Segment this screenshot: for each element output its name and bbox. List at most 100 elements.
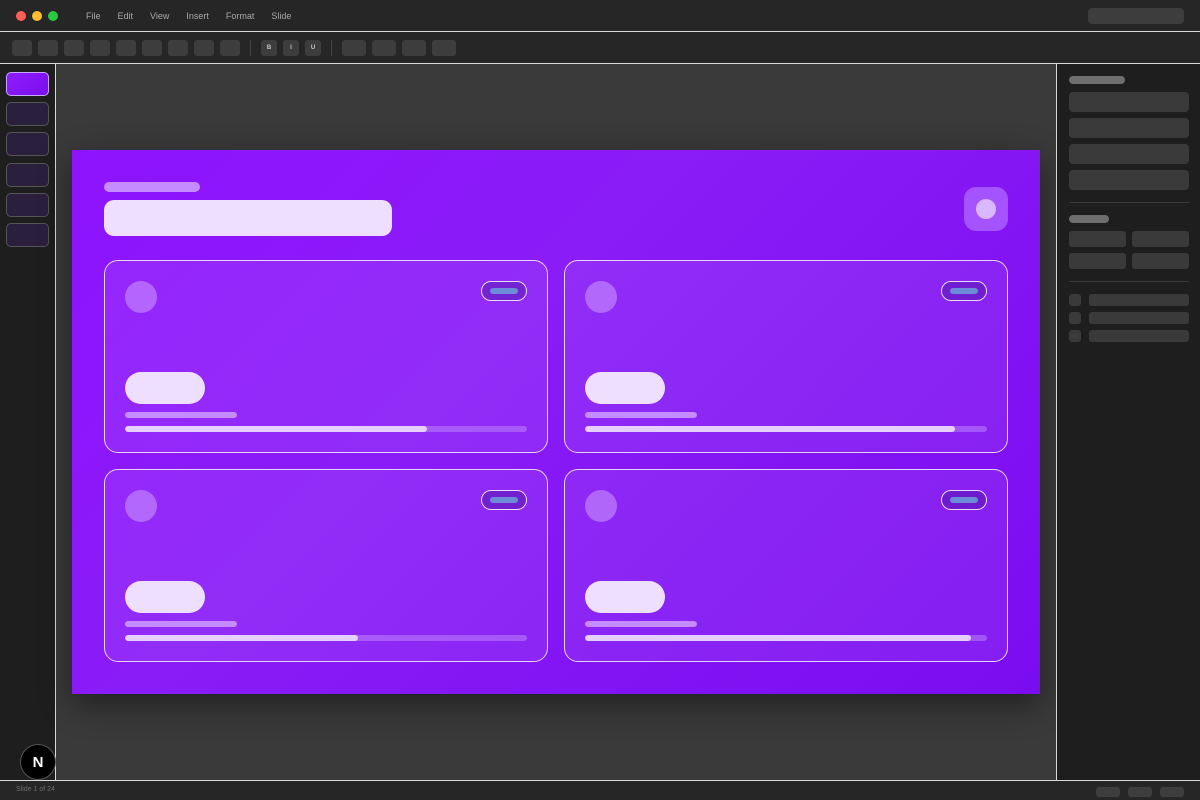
slide-thumbnail-2[interactable] [6, 102, 49, 126]
progress-fill [585, 426, 955, 432]
inspector-input-w[interactable] [1069, 253, 1126, 269]
inspector-divider [1069, 202, 1189, 203]
inspector-field[interactable] [1069, 92, 1189, 112]
inspector-checkbox[interactable] [1069, 312, 1081, 324]
slide-avatar [964, 187, 1008, 231]
toolbar-button-2[interactable] [38, 40, 58, 56]
menu-edit[interactable]: Edit [118, 11, 134, 21]
toolbar-button-8[interactable] [194, 40, 214, 56]
status-button[interactable] [1096, 787, 1120, 797]
inspector-panel [1056, 64, 1200, 780]
menu-slide[interactable]: Slide [271, 11, 291, 21]
stat-card[interactable] [104, 260, 548, 453]
inspector-option [1089, 312, 1189, 324]
toolbar-button-7[interactable] [168, 40, 188, 56]
inspector-field[interactable] [1069, 118, 1189, 138]
card-label [125, 621, 237, 627]
toolbar-align-button[interactable] [342, 40, 366, 56]
progress-track [585, 426, 987, 432]
inspector-input-y[interactable] [1132, 231, 1189, 247]
card-badge [941, 490, 987, 510]
progress-fill [125, 635, 359, 641]
card-label [585, 621, 697, 627]
card-badge [481, 281, 527, 301]
badge-bar [950, 288, 978, 294]
toolbar-button-9[interactable] [220, 40, 240, 56]
inspector-checkbox[interactable] [1069, 330, 1081, 342]
underline-button[interactable]: U [305, 40, 321, 56]
card-label [125, 412, 237, 418]
toolbar-image-button[interactable] [432, 40, 456, 56]
inspector-input-x[interactable] [1069, 231, 1126, 247]
close-window-button[interactable] [16, 11, 26, 21]
card-value [125, 372, 205, 404]
menu-view[interactable]: View [150, 11, 169, 21]
card-icon [125, 281, 157, 313]
card-badge [941, 281, 987, 301]
inspector-option [1089, 330, 1189, 342]
slide-thumbnail-5[interactable] [6, 193, 49, 217]
zoom-window-button[interactable] [48, 11, 58, 21]
toolbar-button-5[interactable] [116, 40, 136, 56]
stat-card[interactable] [564, 469, 1008, 662]
italic-button[interactable]: I [283, 40, 299, 56]
badge-bar [490, 497, 518, 503]
progress-fill [585, 635, 971, 641]
inspector-input-h[interactable] [1132, 253, 1189, 269]
toolbar: B I U [0, 32, 1200, 64]
app-logo-icon[interactable]: N [20, 744, 56, 780]
toolbar-button-3[interactable] [64, 40, 84, 56]
avatar-icon [976, 199, 996, 219]
slide-thumbnail-3[interactable] [6, 132, 49, 156]
card-icon [585, 490, 617, 522]
slide-title [104, 200, 392, 236]
status-button[interactable] [1128, 787, 1152, 797]
menu-file[interactable]: File [86, 11, 101, 21]
slide-eyebrow [104, 182, 200, 192]
inspector-divider [1069, 281, 1189, 282]
toolbar-divider [331, 40, 332, 56]
stat-card[interactable] [564, 260, 1008, 453]
progress-track [585, 635, 987, 641]
slide-rail [0, 64, 56, 780]
toolbar-shape-button[interactable] [402, 40, 426, 56]
inspector-field[interactable] [1069, 170, 1189, 190]
progress-fill [125, 426, 427, 432]
status-bar: Slide 1 of 24 [0, 780, 1200, 800]
badge-bar [950, 497, 978, 503]
card-value [585, 372, 665, 404]
toolbar-divider [250, 40, 251, 56]
card-icon [585, 281, 617, 313]
toolbar-button-6[interactable] [142, 40, 162, 56]
inspector-option [1089, 294, 1189, 306]
search-field[interactable] [1088, 8, 1184, 24]
inspector-section-heading [1069, 215, 1109, 223]
slide-indicator: Slide 1 of 24 [16, 786, 55, 793]
stat-card[interactable] [104, 469, 548, 662]
badge-bar [490, 288, 518, 294]
toolbar-list-button[interactable] [372, 40, 396, 56]
slide-thumbnail-1[interactable] [6, 72, 49, 96]
inspector-section-heading [1069, 76, 1125, 84]
editor-canvas [56, 64, 1056, 780]
slide-thumbnail-4[interactable] [6, 163, 49, 187]
slide-thumbnail-6[interactable] [6, 223, 49, 247]
bold-button[interactable]: B [261, 40, 277, 56]
toolbar-button-4[interactable] [90, 40, 110, 56]
card-label [585, 412, 697, 418]
minimize-window-button[interactable] [32, 11, 42, 21]
slide[interactable] [72, 150, 1040, 694]
menu-insert[interactable]: Insert [186, 11, 209, 21]
menu-format[interactable]: Format [226, 11, 255, 21]
progress-track [125, 426, 527, 432]
card-badge [481, 490, 527, 510]
toolbar-button-1[interactable] [12, 40, 32, 56]
menu-bar: File Edit View Insert Format Slide [86, 0, 308, 32]
inspector-field[interactable] [1069, 144, 1189, 164]
card-value [585, 581, 665, 613]
card-icon [125, 490, 157, 522]
title-bar: File Edit View Insert Format Slide [0, 0, 1200, 32]
progress-track [125, 635, 527, 641]
status-button[interactable] [1160, 787, 1184, 797]
inspector-checkbox[interactable] [1069, 294, 1081, 306]
